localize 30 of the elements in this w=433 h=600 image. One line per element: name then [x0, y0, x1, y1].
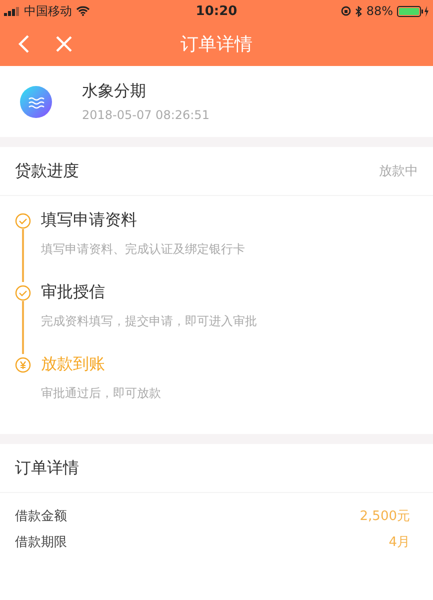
- back-icon[interactable]: [18, 35, 30, 53]
- carrier-name: 中国移动: [24, 2, 72, 20]
- battery-icon: [397, 6, 429, 16]
- signal-icon: [4, 6, 20, 16]
- waves-logo-icon: [20, 86, 52, 118]
- battery-percent: 88%: [366, 4, 393, 18]
- step-title: 放款到账: [41, 354, 106, 375]
- wifi-icon: [76, 6, 90, 16]
- check-circle-icon: [15, 285, 31, 301]
- detail-label: 借款期限: [15, 534, 67, 551]
- order-datetime: 2018-05-07 08:26:51: [82, 108, 210, 122]
- rotation-lock-icon: [341, 6, 352, 16]
- detail-value: 2,500元: [360, 508, 410, 525]
- detail-label: 借款金额: [15, 508, 67, 525]
- page-title: 订单详情: [180, 33, 252, 56]
- yen-circle-icon: [15, 357, 31, 373]
- check-circle-icon: [15, 213, 31, 229]
- step-title: 审批授信: [41, 282, 106, 303]
- section-title: 订单详情: [15, 458, 79, 478]
- close-icon[interactable]: [56, 36, 72, 52]
- detail-value: 4月: [388, 534, 410, 551]
- bluetooth-icon: [355, 6, 362, 16]
- status-time: 10:20: [196, 4, 238, 18]
- loan-status: 放款中: [379, 163, 418, 180]
- section-title: 贷款进度: [15, 160, 79, 182]
- step-description: 填写申请资料、完成认证及绑定银行卡: [41, 241, 245, 258]
- step-description: 完成资料填写，提交申请，即可进入审批: [41, 313, 257, 330]
- step-description: 审批通过后，即可放款: [41, 385, 161, 402]
- product-name: 水象分期: [82, 81, 147, 102]
- step-title: 填写申请资料: [41, 210, 138, 231]
